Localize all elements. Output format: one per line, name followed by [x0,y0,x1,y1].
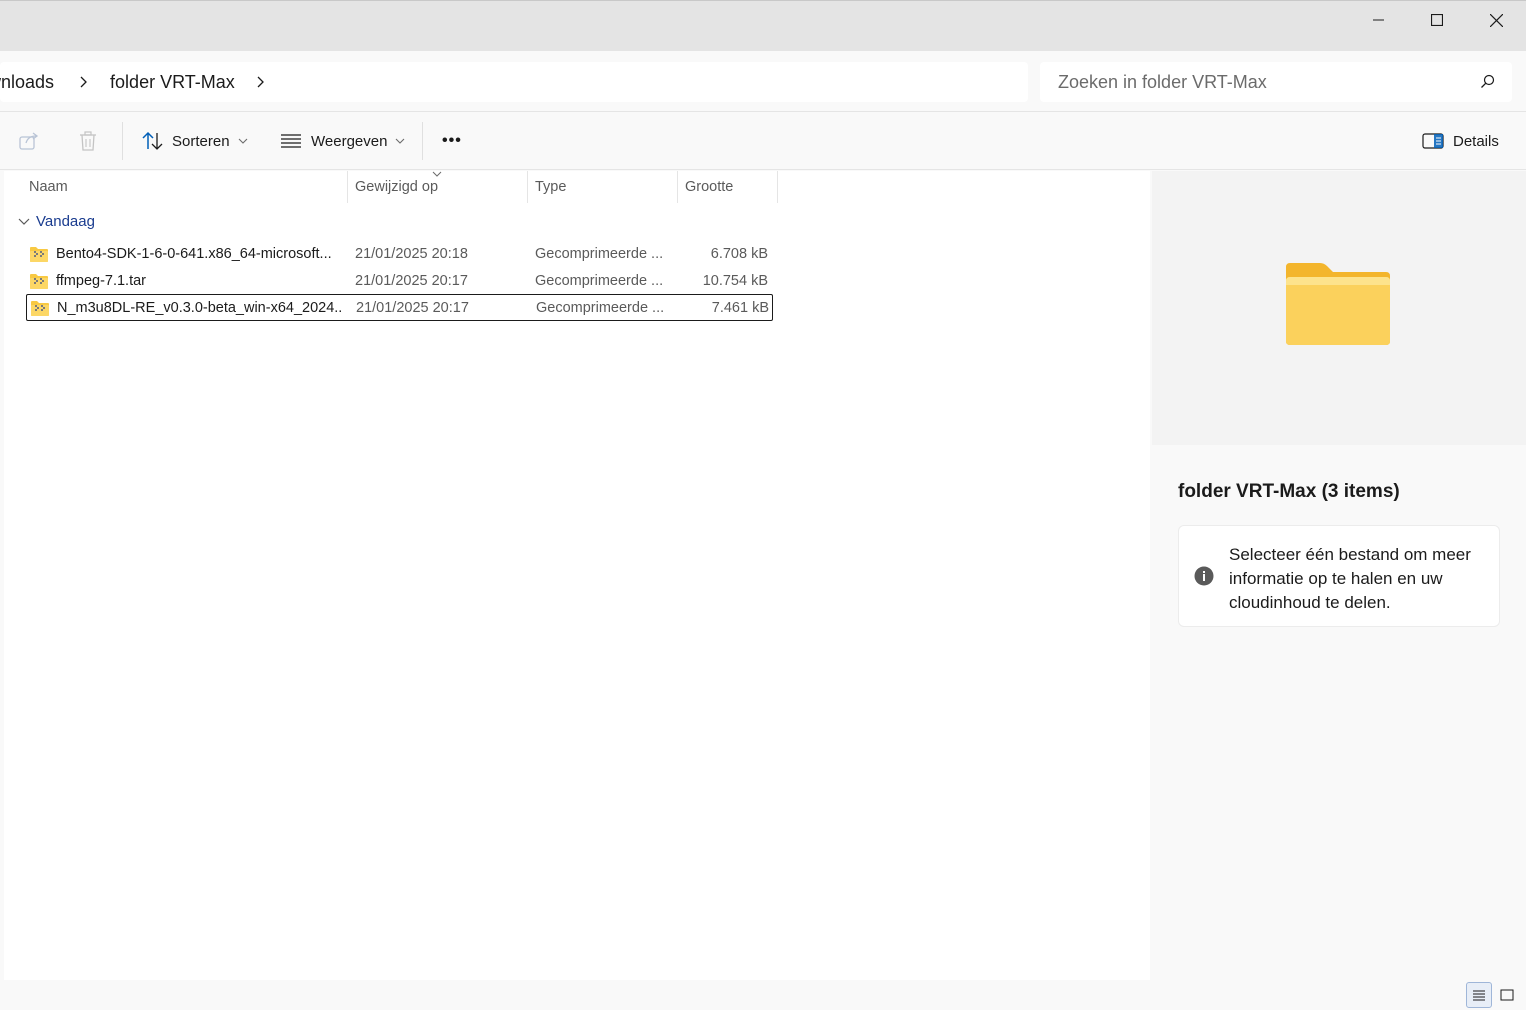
view-list-icon [281,134,301,148]
sort-button[interactable]: Sorteren [142,112,248,170]
column-type-label: Type [535,179,567,195]
details-view-icon [1473,990,1485,1001]
column-divider[interactable] [677,171,678,203]
chevron-down-icon [238,138,247,144]
command-bar: Sorteren Weergeven ••• Details [0,112,1526,170]
group-header-today[interactable]: Vandaag [18,213,95,230]
file-name-cell: ffmpeg-7.1.tar [30,268,340,293]
search-icon[interactable] [1480,74,1496,90]
share-icon [19,132,39,150]
sort-label: Sorteren [172,132,230,150]
maximize-icon [1431,14,1443,26]
column-modified-label: Gewijzigd op [355,179,439,195]
details-pane-button[interactable]: Details [1422,112,1499,170]
tiles-view-icon [1500,989,1514,1001]
search-input[interactable]: Zoeken in folder VRT-Max [1040,62,1512,102]
column-header-type[interactable]: Type [535,171,677,203]
file-name: Bento4-SDK-1-6-0-641.x86_64-microsoft... [56,245,332,262]
chevron-down-icon [396,138,405,144]
file-name-cell: Bento4-SDK-1-6-0-641.x86_64-microsoft... [30,241,340,266]
toolbar-divider [122,122,123,160]
close-button[interactable] [1467,1,1525,39]
details-pane: folder VRT-Max (3 items) Selecteer één b… [1152,171,1526,980]
group-label: Vandaag [36,213,95,230]
preview-area [1152,171,1526,445]
share-button[interactable] [18,112,40,170]
file-explorer-window: wnloads folder VRT-Max Zoeken in folder … [0,0,1526,1010]
file-row[interactable]: Bento4-SDK-1-6-0-641.x86_64-microsoft...… [26,241,773,268]
maximize-button[interactable] [1408,1,1466,39]
file-modified: 21/01/2025 20:17 [355,272,468,289]
zip-folder-icon [30,246,48,262]
title-bar [0,0,1526,51]
file-list[interactable]: Naam Gewijzigd op Type Grootte Vandaag B… [4,171,1150,980]
minimize-icon [1373,19,1384,21]
details-title: folder VRT-Max (3 items) [1178,481,1400,502]
tiles-view-toggle[interactable] [1494,982,1520,1008]
info-text: Selecteer één bestand om meer informatie… [1229,545,1471,612]
file-size: 6.708 kB [710,245,768,262]
file-type: Gecomprimeerde ... [536,299,665,316]
file-name: ffmpeg-7.1.tar [56,272,147,289]
more-options-button[interactable]: ••• [442,112,462,170]
details-pane-icon [1422,133,1444,149]
file-row-focused[interactable]: N_m3u8DL-RE_v0.3.0-beta_win-x64_2024... … [26,294,773,321]
breadcrumb-item-current[interactable]: folder VRT-Max [110,72,235,93]
file-modified: 21/01/2025 20:17 [356,299,469,316]
column-divider[interactable] [527,171,528,203]
address-bar: wnloads folder VRT-Max Zoeken in folder … [0,51,1526,112]
sort-icon [142,131,163,150]
chevron-down-icon [18,218,30,225]
folder-large-icon [1286,263,1390,345]
sort-indicator-icon [432,171,442,177]
file-row[interactable]: ffmpeg-7.1.tar 21/01/2025 20:17 Gecompri… [26,268,773,295]
file-name: N_m3u8DL-RE_v0.3.0-beta_win-x64_2024... [57,299,341,316]
column-divider[interactable] [777,171,778,203]
info-card: Selecteer één bestand om meer informatie… [1178,525,1500,627]
toolbar-divider [422,122,423,160]
file-type: Gecomprimeerde ... [535,272,664,289]
file-size: 10.754 kB [702,272,768,289]
details-view-toggle[interactable] [1466,982,1492,1008]
file-modified: 21/01/2025 20:18 [355,245,468,262]
file-size: 7.461 kB [711,299,769,316]
details-label: Details [1453,132,1499,150]
minimize-button[interactable] [1350,1,1408,39]
file-name-cell: N_m3u8DL-RE_v0.3.0-beta_win-x64_2024... [31,295,341,320]
zip-folder-icon [31,300,49,316]
column-size-label: Grootte [685,179,734,195]
file-type: Gecomprimeerde ... [535,245,664,262]
breadcrumb-item-downloads[interactable]: wnloads [0,72,54,93]
chevron-right-icon[interactable] [64,76,104,88]
column-name-label: Naam [29,179,68,195]
status-bar [0,980,1526,1010]
delete-button[interactable] [78,112,98,170]
zip-folder-icon [30,273,48,289]
info-icon [1194,566,1214,586]
chevron-right-icon[interactable] [241,76,281,88]
more-options-icon: ••• [442,132,462,149]
trash-icon [80,131,96,151]
column-header-name[interactable]: Naam [29,171,347,203]
column-divider[interactable] [347,171,348,203]
close-icon [1489,13,1503,27]
search-placeholder: Zoeken in folder VRT-Max [1058,71,1267,92]
column-header-size[interactable]: Grootte [685,171,777,203]
view-label: Weergeven [311,132,388,150]
view-button[interactable]: Weergeven [280,112,405,170]
breadcrumb[interactable]: wnloads folder VRT-Max [0,62,1028,102]
